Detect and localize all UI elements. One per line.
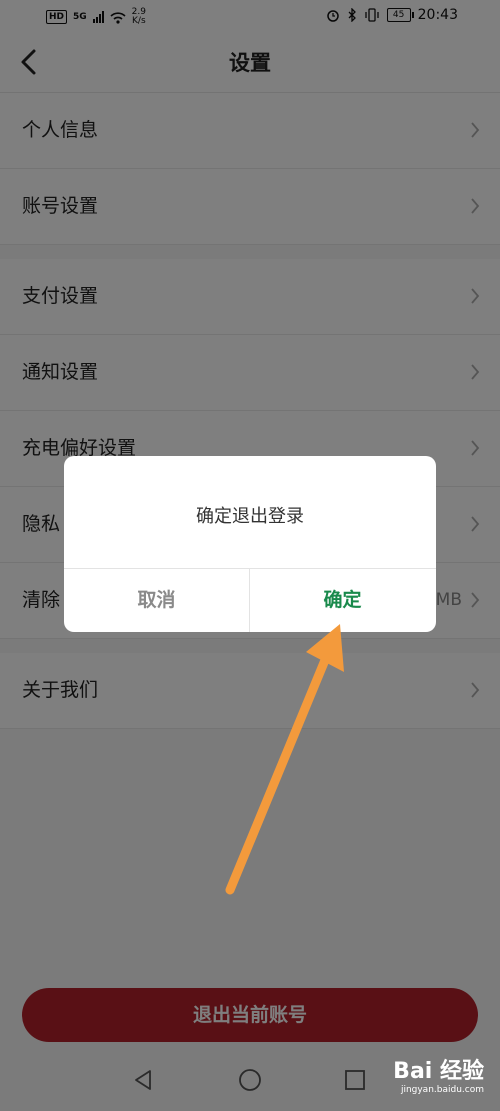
cancel-button[interactable]: 取消 xyxy=(64,569,249,632)
confirm-button[interactable]: 确定 xyxy=(250,569,435,632)
watermark-logo: Bai 经验 xyxy=(393,1059,484,1084)
baidu-jingyan-watermark: Bai 经验 jingyan.baidu.com xyxy=(393,1060,484,1096)
logout-confirm-dialog: 确定退出登录 取消 确定 xyxy=(64,456,436,632)
dialog-message: 确定退出登录 xyxy=(196,506,304,527)
watermark-url: jingyan.baidu.com xyxy=(400,1085,484,1095)
